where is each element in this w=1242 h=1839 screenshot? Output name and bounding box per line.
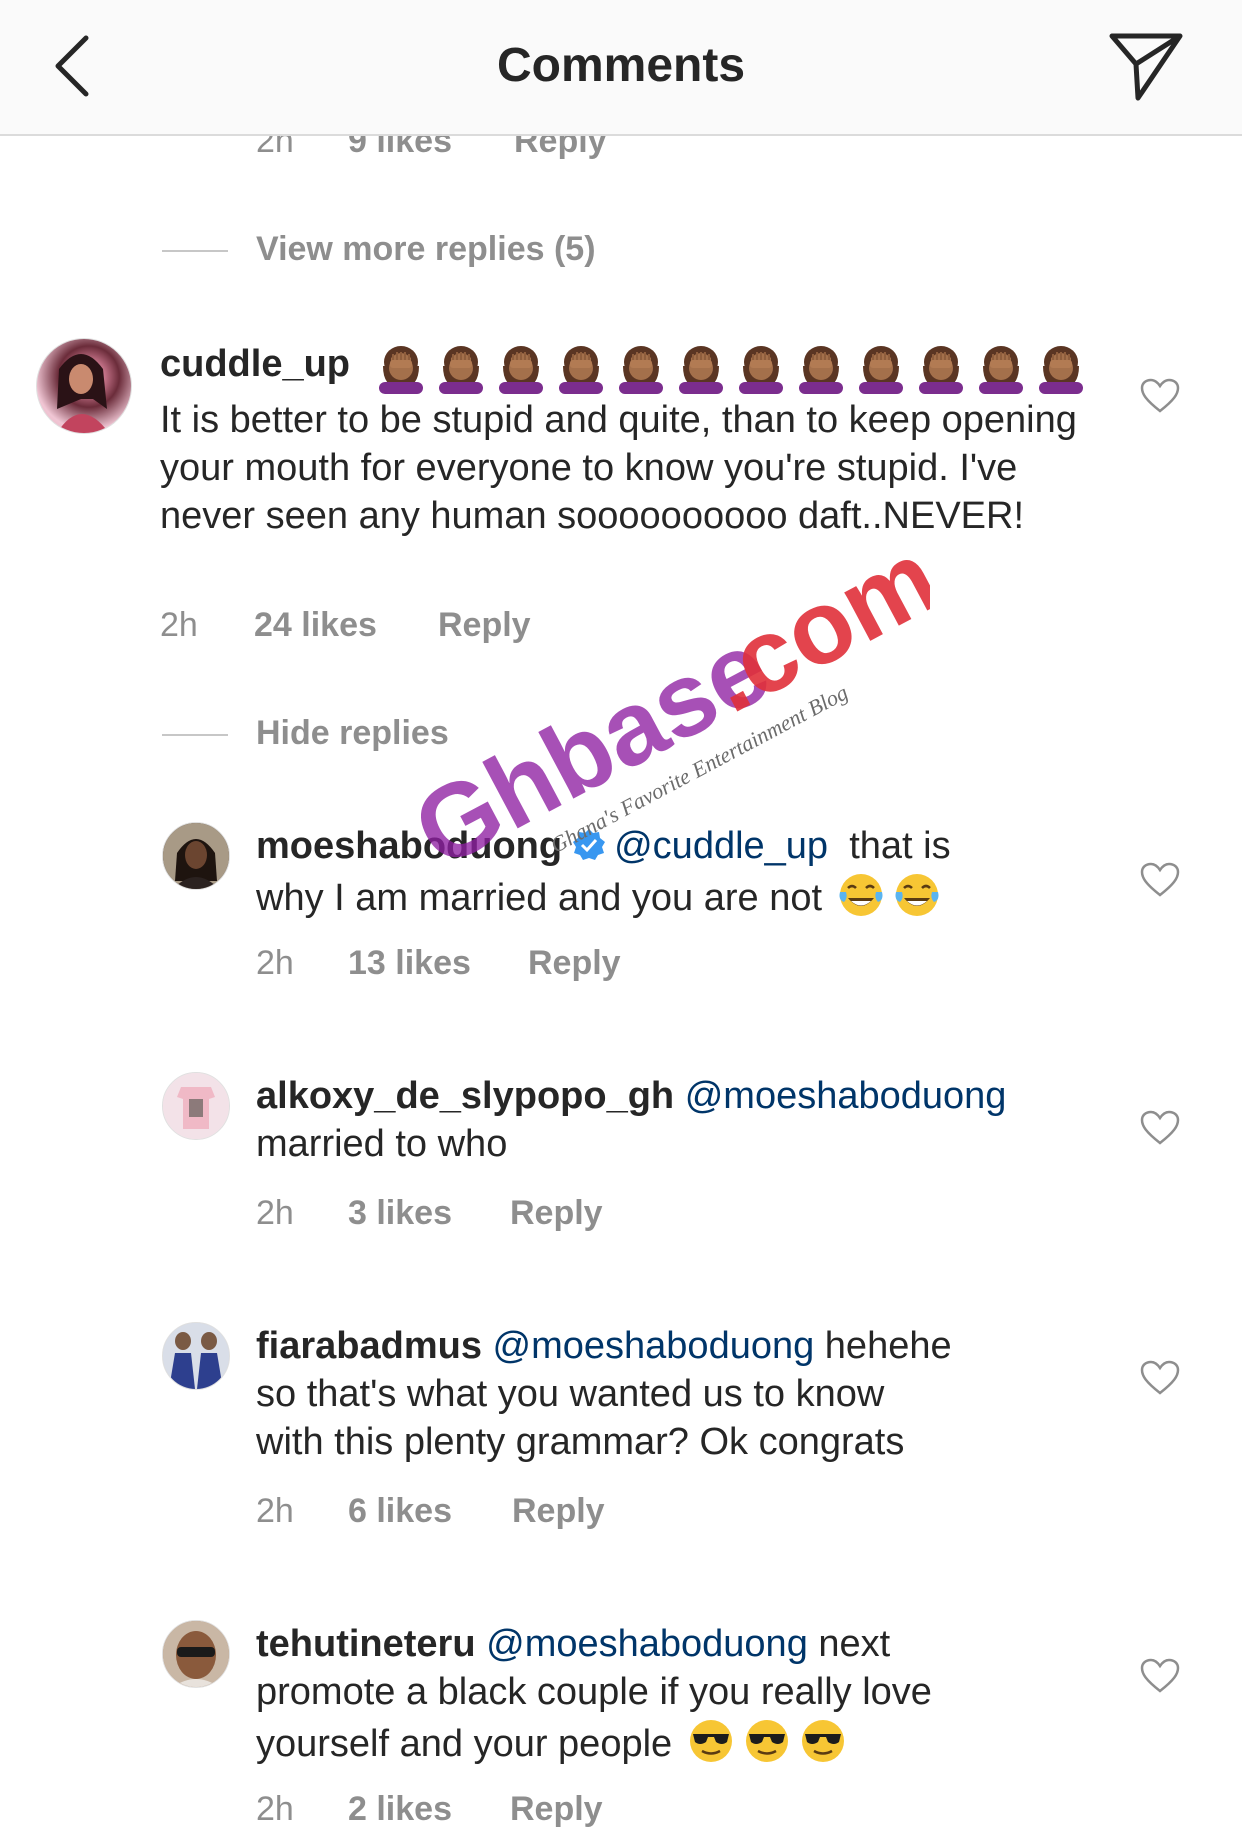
reply-text: yourself and your people: [256, 1723, 673, 1765]
avatar[interactable]: [162, 1620, 230, 1688]
likes-count[interactable]: 3 likes: [348, 1194, 452, 1233]
reply-meta: 2h 6 likes Reply: [256, 1492, 756, 1532]
reply-body: moeshaboduong @cuddle_up that is why I am…: [256, 822, 1116, 922]
reply-text: next: [818, 1623, 891, 1665]
avatar[interactable]: [162, 1322, 230, 1390]
hide-replies-button[interactable]: Hide replies: [256, 714, 449, 753]
reply-text: with this plenty grammar? Ok congrats: [256, 1421, 905, 1463]
sunglasses-emoji-icon: [798, 1716, 848, 1766]
watermark-brand-tld: .com: [687, 519, 930, 735]
reply-button[interactable]: Reply: [528, 944, 621, 983]
mention-link[interactable]: @moeshaboduong: [493, 1325, 815, 1367]
facepalm-emoji-icon: [373, 344, 429, 394]
like-heart-icon[interactable]: [1140, 862, 1180, 898]
like-heart-icon[interactable]: [1140, 1360, 1180, 1396]
sunglasses-emoji-icon: [686, 1716, 736, 1766]
comment-text: It is better to be stupid and quite, tha…: [160, 399, 1077, 537]
thread-divider: [162, 250, 228, 252]
comment-username[interactable]: cuddle_up: [160, 343, 350, 385]
reply-username[interactable]: fiarabadmus: [256, 1325, 482, 1367]
facepalm-emoji-icon: [733, 344, 789, 394]
reply-meta: 2h 2 likes Reply: [256, 1790, 756, 1839]
facepalm-emoji-icon: [433, 344, 489, 394]
facepalm-emoji-row: [373, 344, 1093, 396]
avatar-photo: [163, 1073, 229, 1139]
mention-link[interactable]: @moeshaboduong: [486, 1623, 808, 1665]
thread-divider: [162, 734, 228, 736]
facepalm-emoji-icon: [493, 344, 549, 394]
reply-text: that is: [849, 825, 951, 867]
comment-body: cuddle_up It is better to be stupid and …: [160, 340, 1100, 540]
facepalm-emoji-icon: [913, 344, 969, 394]
like-heart-icon[interactable]: [1140, 1658, 1180, 1694]
like-heart-icon[interactable]: [1140, 378, 1180, 414]
likes-count[interactable]: 13 likes: [348, 944, 471, 983]
likes-count[interactable]: 6 likes: [348, 1492, 452, 1531]
avatar[interactable]: [162, 1072, 230, 1140]
reply-username[interactable]: alkoxy_de_slypopo_gh: [256, 1075, 674, 1117]
comment-time: 2h: [256, 1492, 294, 1530]
reply-button[interactable]: Reply: [510, 1790, 603, 1829]
facepalm-emoji-icon: [853, 344, 909, 394]
reply-button[interactable]: Reply: [510, 1194, 603, 1233]
comment-meta: 2h 24 likes Reply: [160, 606, 660, 646]
reply-meta: 2h 13 likes Reply: [256, 944, 756, 984]
mention-link[interactable]: @cuddle_up: [614, 825, 828, 867]
reply-text: married to who: [256, 1123, 508, 1165]
reply-button[interactable]: Reply: [438, 606, 531, 645]
reply-text: hehehe: [824, 1325, 952, 1367]
avatar-photo: [163, 1621, 229, 1687]
comment-time: 2h: [160, 606, 198, 644]
sunglasses-emoji-icon: [742, 1716, 792, 1766]
facepalm-emoji-icon: [973, 344, 1029, 394]
facepalm-emoji-icon: [613, 344, 669, 394]
avatar[interactable]: [162, 822, 230, 890]
reply-username[interactable]: moeshaboduong: [256, 825, 562, 867]
likes-count[interactable]: 2 likes: [348, 1790, 452, 1829]
view-more-replies-button[interactable]: View more replies (5): [256, 230, 596, 269]
reply-username[interactable]: tehutineteru: [256, 1623, 476, 1665]
avatar-photo: [163, 823, 229, 889]
reply-body: fiarabadmus @moeshaboduong hehehe so tha…: [256, 1322, 1116, 1466]
reply-button[interactable]: Reply: [512, 1492, 605, 1531]
avatar-photo: [163, 1323, 229, 1389]
tears-of-joy-emoji-icon: [892, 870, 942, 920]
reply-text: promote a black couple if you really lov…: [256, 1671, 932, 1713]
tears-of-joy-emoji-icon: [836, 870, 886, 920]
mention-link[interactable]: @moeshaboduong: [685, 1075, 1007, 1117]
facepalm-emoji-icon: [673, 344, 729, 394]
likes-count[interactable]: 24 likes: [254, 606, 377, 645]
top-bar: Comments: [0, 0, 1242, 136]
facepalm-emoji-icon: [793, 344, 849, 394]
comment-time: 2h: [256, 1194, 294, 1232]
like-heart-icon[interactable]: [1140, 1110, 1180, 1146]
comment-time: 2h: [256, 944, 294, 982]
reply-text: so that's what you wanted us to know: [256, 1373, 885, 1415]
reply-body: tehutineteru @moeshaboduong next promote…: [256, 1620, 1116, 1768]
verified-badge-icon: [573, 829, 606, 860]
page-title: Comments: [496, 39, 746, 92]
avatar[interactable]: [36, 338, 132, 434]
avatar-photo: [57, 354, 109, 433]
reply-meta: 2h 3 likes Reply: [256, 1194, 756, 1234]
comment-time: 2h: [256, 1790, 294, 1828]
reply-body: alkoxy_de_slypopo_gh @moeshaboduong marr…: [256, 1072, 1116, 1168]
direct-send-icon[interactable]: [1108, 30, 1184, 102]
reply-text: why I am married and you are not: [256, 877, 823, 919]
facepalm-emoji-icon: [1033, 344, 1089, 394]
facepalm-emoji-icon: [553, 344, 609, 394]
